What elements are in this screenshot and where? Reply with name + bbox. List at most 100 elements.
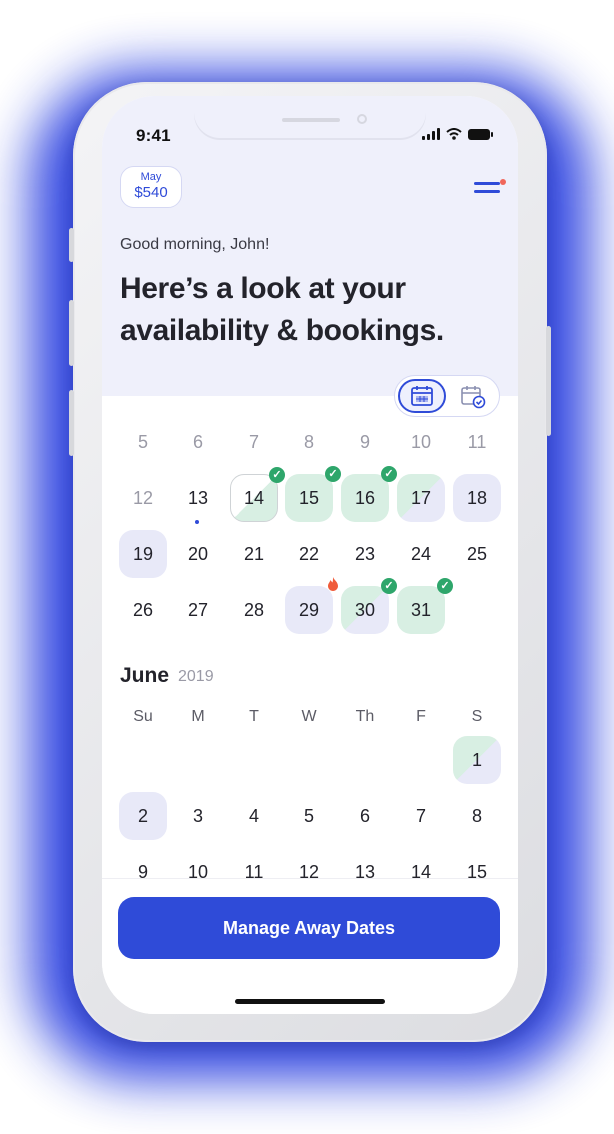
- page-title-line-1: Here’s a look at your: [120, 272, 406, 305]
- calendar-day[interactable]: 6: [174, 418, 222, 466]
- bookings-view-button[interactable]: [453, 380, 493, 414]
- day-number: 3: [192, 805, 203, 826]
- june-year: 2019: [178, 668, 214, 685]
- calendar-day[interactable]: 21: [230, 530, 278, 578]
- calendar-day[interactable]: 31 ✓: [397, 578, 453, 634]
- booked-check-icon: ✓: [269, 467, 285, 483]
- day-number: 19: [132, 543, 154, 564]
- app-screen: 9:41 May $540 Good morning, John! Here’s…: [102, 96, 518, 1014]
- calendar-day[interactable]: 1: [453, 736, 501, 784]
- status-time: 9:41: [136, 126, 171, 145]
- calendar-day[interactable]: 8: [285, 418, 333, 466]
- day-number: 4: [248, 805, 259, 826]
- day-number: 30: [354, 599, 376, 620]
- calendar-day[interactable]: 5: [285, 792, 333, 840]
- weekday-label: Su: [133, 708, 153, 725]
- day-number: 28: [243, 599, 265, 620]
- calendar-day[interactable]: 10: [397, 418, 445, 466]
- day-number: 25: [466, 543, 488, 564]
- day-number: 27: [187, 599, 209, 620]
- calendar-day[interactable]: 23: [341, 530, 389, 578]
- day-number: 7: [415, 805, 426, 826]
- day-number: 13: [187, 487, 209, 508]
- home-indicator[interactable]: [235, 999, 385, 1004]
- calendar-day[interactable]: 7: [397, 792, 445, 840]
- day-number: 11: [467, 431, 487, 452]
- calendar-day[interactable]: 9: [341, 418, 389, 466]
- calendar-day[interactable]: 13: [174, 474, 222, 524]
- day-number: 5: [303, 805, 314, 826]
- volume-up-button: [69, 300, 74, 366]
- earnings-amount: $540: [134, 184, 168, 201]
- day-number: 9: [359, 431, 370, 452]
- calendar-day[interactable]: 28: [230, 586, 278, 634]
- calendar-day[interactable]: 24: [397, 530, 445, 578]
- front-camera: [357, 114, 367, 124]
- calendar-day[interactable]: 25: [453, 530, 501, 578]
- calendar-day[interactable]: 11: [453, 418, 501, 466]
- calendar-icon: [411, 386, 433, 406]
- calendar-day[interactable]: 18: [453, 474, 501, 522]
- day-number: 14: [243, 487, 265, 508]
- calendar-day[interactable]: 4: [230, 792, 278, 840]
- calendar-day[interactable]: 8: [453, 792, 501, 840]
- booked-check-icon: ✓: [381, 466, 397, 482]
- manage-away-dates-button[interactable]: Manage Away Dates: [118, 897, 500, 959]
- day-number: 10: [410, 431, 432, 452]
- calendar-check-icon: [461, 386, 486, 409]
- day-number: 23: [354, 543, 376, 564]
- day-number: 6: [359, 805, 370, 826]
- day-number: 21: [243, 543, 265, 564]
- booked-check-icon: ✓: [437, 578, 453, 594]
- weekday-label: W: [301, 708, 317, 725]
- day-number: 12: [132, 487, 154, 508]
- weekday-label: F: [416, 708, 426, 725]
- calendar-day[interactable]: 2: [119, 792, 167, 840]
- day-number: 17: [410, 487, 432, 508]
- calendar-day[interactable]: 5: [119, 418, 167, 466]
- calendar-day[interactable]: 22: [285, 530, 333, 578]
- power-button: [546, 326, 551, 436]
- earnings-month: May: [140, 171, 162, 183]
- greeting: Good morning, John!: [120, 236, 270, 253]
- day-number: 18: [466, 487, 488, 508]
- day-number: 8: [471, 805, 482, 826]
- view-toggle: [394, 375, 500, 417]
- calendar-day[interactable]: 20: [174, 530, 222, 578]
- june-month-title: June: [120, 664, 170, 687]
- day-number: 20: [187, 543, 209, 564]
- calendar-day[interactable]: 30 ✓: [341, 578, 397, 634]
- notification-dot: [500, 179, 506, 185]
- day-number: 31: [410, 599, 432, 620]
- day-number: 5: [137, 431, 148, 452]
- calendar-day[interactable]: 27: [174, 586, 222, 634]
- calendar-day[interactable]: 6: [341, 792, 389, 840]
- day-number: 1: [471, 749, 482, 770]
- page-title-line-2: availability & bookings.: [120, 314, 444, 347]
- wifi-icon: [446, 128, 462, 140]
- day-number: 8: [303, 431, 314, 452]
- calendar-day[interactable]: 3: [174, 792, 222, 840]
- calendar-day[interactable]: 12: [119, 474, 167, 522]
- day-number: 22: [298, 543, 320, 564]
- hamburger-menu-icon[interactable]: [474, 179, 506, 204]
- calendar-day[interactable]: 16 ✓: [341, 466, 397, 522]
- calendar-view-button[interactable]: [398, 379, 446, 413]
- calendar-day[interactable]: 15 ✓: [285, 466, 341, 522]
- calendar-day[interactable]: 7: [230, 418, 278, 466]
- calendar-day[interactable]: 26: [119, 586, 167, 634]
- calendar-day[interactable]: 14 ✓: [230, 467, 285, 522]
- battery-icon: [468, 129, 493, 140]
- calendar-day[interactable]: 19: [119, 530, 167, 578]
- calendar-day[interactable]: 29: [285, 577, 338, 634]
- calendar-day[interactable]: 17: [397, 474, 445, 522]
- status-icons: [422, 128, 493, 140]
- weekday-label: Th: [355, 708, 375, 725]
- weekday-label: T: [249, 708, 259, 725]
- signal-icon: [422, 128, 440, 140]
- weekday-label: S: [471, 708, 483, 725]
- day-number: 6: [192, 431, 203, 452]
- earnings-badge[interactable]: May $540: [120, 166, 182, 208]
- booked-check-icon: ✓: [381, 578, 397, 594]
- page-title: Here’s a look at your availability & boo…: [120, 268, 500, 352]
